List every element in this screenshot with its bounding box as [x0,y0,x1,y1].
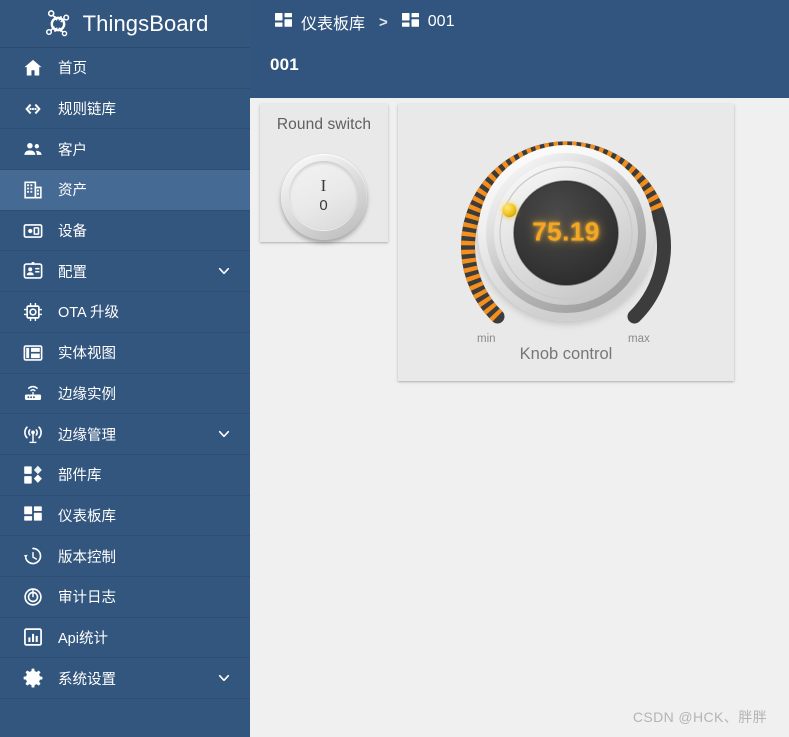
sidebar-item-label: 审计日志 [58,590,116,607]
customers-icon [22,138,44,160]
sidebar-item-5[interactable]: 设备 [0,211,250,252]
dashboard-library-icon [275,13,293,31]
api-usage-icon [22,626,44,648]
sidebar-item-label: 客户 [58,142,87,159]
thingsboard-logo-icon [42,8,74,40]
sidebar-item-label: 边缘管理 [58,427,116,444]
devices-icon [22,220,44,242]
sidebar-item-1[interactable]: 首页 [0,48,250,89]
profiles-icon [22,260,44,282]
sidebar-item-8[interactable]: 实体视图 [0,333,250,374]
widget-library-icon [22,464,44,486]
sidebar-item-label: 版本控制 [58,549,116,566]
rule-chain-icon [22,98,44,120]
knob-caption: Knob control [519,345,613,363]
sidebar-item-label: 系统设置 [58,671,116,688]
knob-min-label: min [477,333,496,345]
sidebar-item-label: 资产 [58,183,87,200]
chevron-down-icon[interactable] [216,426,232,442]
main-area: 仪表板库 > 001 001 Round switch I 0 75.19 mi… [250,0,789,737]
sidebar-item-label: 配置 [58,264,87,281]
knob-stage: 75.19 min max Knob control [398,104,734,381]
sidebar-item-7[interactable]: OTA 升级 [0,292,250,333]
sidebar-item-10[interactable]: 边缘管理 [0,414,250,455]
round-switch-knob[interactable]: I 0 [281,154,367,240]
entity-view-icon [22,342,44,364]
round-switch-face[interactable]: I 0 [289,161,358,230]
thingsboard-app: ThingsBoard 首页规则链库客户资产设备配置 OTA 升级 实体视图边缘实例… [0,0,789,737]
widget-round-switch[interactable]: Round switch I 0 [260,104,388,242]
dashboard-library-icon [401,13,420,31]
watermark: CSDN @HCK、胖胖 [632,709,767,725]
sidebar-item-11[interactable]: 部件库 [0,455,250,496]
sidebar-item-12[interactable]: 仪表板库 [0,496,250,537]
sidebar-item-9[interactable]: 边缘实例 [0,374,250,415]
sidebar-item-label: 规则链库 [58,102,116,119]
sidebar-item-15[interactable]: Api统计 [0,618,250,659]
sidebar-item-14[interactable]: 审计日志 [0,577,250,618]
widget-knob-control[interactable]: 75.19 min max Knob control [398,104,734,381]
breadcrumb-separator: > [379,13,388,31]
brand-name: ThingsBoard [82,10,209,36]
round-switch-on-mark: I [320,175,327,195]
chevron-down-icon[interactable] [216,670,232,686]
top-header: 仪表板库 > 001 001 [250,0,789,98]
sidebar-item-13[interactable]: 版本控制 [0,536,250,577]
knob-gauge[interactable] [441,108,691,358]
brand-header[interactable]: ThingsBoard [0,0,250,48]
knob-pointer-dot [502,203,517,218]
sidebar-nav-list: 首页规则链库客户资产设备配置 OTA 升级 实体视图边缘实例边缘管理部件库仪表板库版… [0,48,250,699]
sidebar-item-label: OTA 升级 [58,305,119,322]
dashboard-canvas: Round switch I 0 75.19 min max Knob cont… [250,98,789,737]
page-title: 001 [270,55,299,74]
sidebar-item-4[interactable]: 资产 [0,170,250,211]
sidebar-item-label: 仪表板库 [58,508,116,525]
breadcrumb-label: 仪表板库 [301,16,366,33]
sidebar-item-2[interactable]: 规则链库 [0,89,250,130]
breadcrumb: 仪表板库 > 001 [250,0,789,44]
assets-icon [22,179,44,201]
sidebar-item-6[interactable]: 配置 [0,251,250,293]
home-icon [22,57,44,79]
sidebar-item-3[interactable]: 客户 [0,129,250,171]
edge-instance-icon [22,382,44,404]
chevron-down-icon[interactable] [216,263,232,279]
sidebar-item-label: 首页 [58,61,87,78]
dashboard-library-icon [22,504,44,526]
system-settings-icon [22,667,44,689]
breadcrumb-item-dashboard-library[interactable]: 仪表板库 [275,10,365,34]
sidebar-item-label: 设备 [58,224,87,241]
sidebar-filler [0,699,250,737]
edge-management-icon [22,423,44,445]
sidebar-item-16[interactable]: 系统设置 [0,658,250,699]
round-switch-off-mark: 0 [319,196,328,214]
round-switch-title: Round switch [276,116,372,133]
version-control-icon [22,545,44,567]
breadcrumb-item-001[interactable]: 001 [401,13,455,31]
sidebar: ThingsBoard 首页规则链库客户资产设备配置 OTA 升级 实体视图边缘实例… [0,0,250,737]
knob-max-label: max [628,333,650,345]
sidebar-item-label: 实体视图 [58,346,116,363]
ota-update-icon [22,301,44,323]
audit-log-icon [22,586,44,608]
sidebar-item-label: 边缘实例 [58,386,116,403]
sidebar-item-label: 部件库 [58,468,102,485]
sidebar-item-label: Api统计 [58,630,108,647]
breadcrumb-label: 001 [427,13,455,30]
